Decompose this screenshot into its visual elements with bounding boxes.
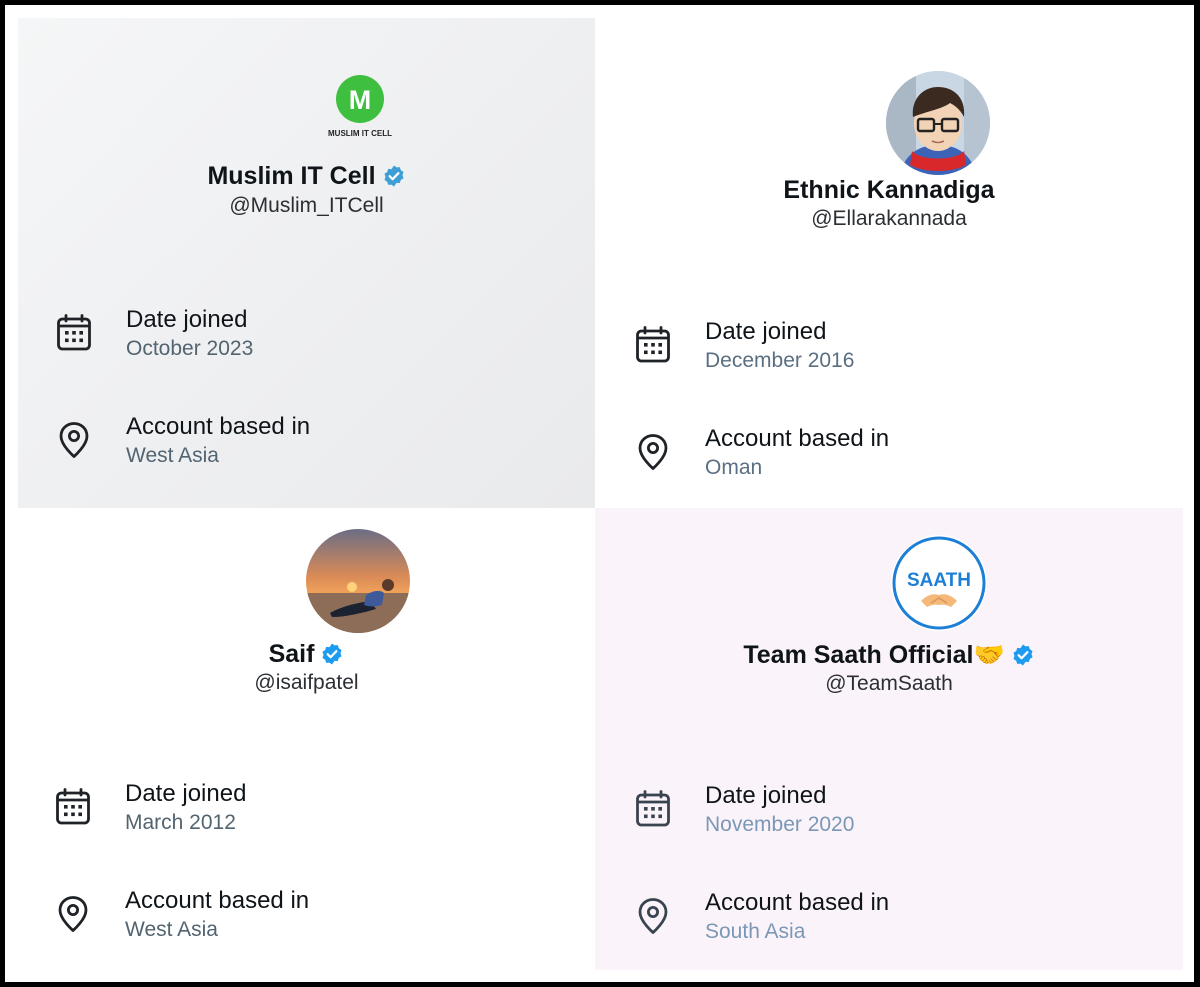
calendar-icon <box>55 788 91 826</box>
account-based-in-label: Account based in <box>705 425 890 452</box>
account-based-in-label: Account based in <box>705 889 890 916</box>
cartoon-avatar-image <box>886 71 990 175</box>
account-based-in-label: Account based in <box>125 887 310 914</box>
date-joined-label: Date joined <box>126 306 248 333</box>
svg-text:MUSLIM IT CELL: MUSLIM IT CELL <box>328 129 392 138</box>
profile-card-team-saath: SAATH Team Saath Official🤝 @TeamSaath Da… <box>595 508 1183 970</box>
profile-avatar[interactable]: M MUSLIM IT CELL <box>325 72 395 142</box>
calendar-icon <box>56 314 92 352</box>
profile-card-muslim-it-cell: M MUSLIM IT CELL Muslim IT Cell @Muslim_… <box>18 18 595 508</box>
profile-handle[interactable]: @Ellarakannada <box>595 207 1183 231</box>
account-based-in-label: Account based in <box>126 413 311 440</box>
profile-name-row: Muslim IT Cell <box>18 162 595 195</box>
account-based-in-value: West Asia <box>126 444 219 467</box>
location-pin-icon <box>55 895 91 933</box>
account-based-in-value: Oman <box>705 456 763 479</box>
screenshot-frame: M MUSLIM IT CELL Muslim IT Cell @Muslim_… <box>5 5 1194 982</box>
profile-handle[interactable]: @TeamSaath <box>595 672 1183 696</box>
verified-badge-icon <box>382 164 406 195</box>
date-joined-value: November 2020 <box>705 813 855 836</box>
account-based-in-value: South Asia <box>705 920 806 943</box>
verified-badge-icon <box>1011 643 1035 674</box>
date-joined-label: Date joined <box>125 780 247 807</box>
saath-logo: SAATH <box>892 536 986 630</box>
svg-text:SAATH: SAATH <box>907 570 971 591</box>
calendar-icon <box>635 326 671 364</box>
profile-name-row: Saif <box>18 640 595 673</box>
location-pin-icon <box>56 421 92 459</box>
profile-name: Team Saath Official🤝 <box>743 641 1005 669</box>
date-joined-value: October 2023 <box>126 337 254 360</box>
profile-handle[interactable]: @Muslim_ITCell <box>18 194 595 218</box>
date-joined-label: Date joined <box>705 782 827 809</box>
muslim-it-cell-logo: M MUSLIM IT CELL <box>328 75 392 138</box>
date-joined-value: December 2016 <box>705 349 855 372</box>
location-pin-icon <box>635 897 671 935</box>
svg-text:M: M <box>349 85 372 115</box>
profile-name: Ethnic Kannadiga <box>783 176 995 204</box>
profile-name: Muslim IT Cell <box>207 162 376 190</box>
location-pin-icon <box>635 433 671 471</box>
sunset-photo-avatar <box>306 529 410 633</box>
profile-avatar[interactable] <box>306 529 410 633</box>
profile-name-row: Ethnic Kannadiga <box>595 176 1183 205</box>
account-based-in-value: West Asia <box>125 918 218 941</box>
calendar-icon <box>635 790 671 828</box>
profile-name-row: Team Saath Official🤝 <box>595 641 1183 674</box>
profile-avatar[interactable]: SAATH <box>891 535 987 631</box>
date-joined-value: March 2012 <box>125 811 236 834</box>
profile-avatar[interactable] <box>886 71 990 175</box>
date-joined-label: Date joined <box>705 318 827 345</box>
profile-handle[interactable]: @isaifpatel <box>18 671 595 695</box>
profile-name: Saif <box>268 640 315 668</box>
profile-card-saif: Saif @isaifpatel Date joined March 2012 … <box>18 508 595 970</box>
verified-badge-icon <box>320 642 344 673</box>
profile-card-ethnic-kannadiga: Ethnic Kannadiga @Ellarakannada Date joi… <box>595 18 1183 508</box>
